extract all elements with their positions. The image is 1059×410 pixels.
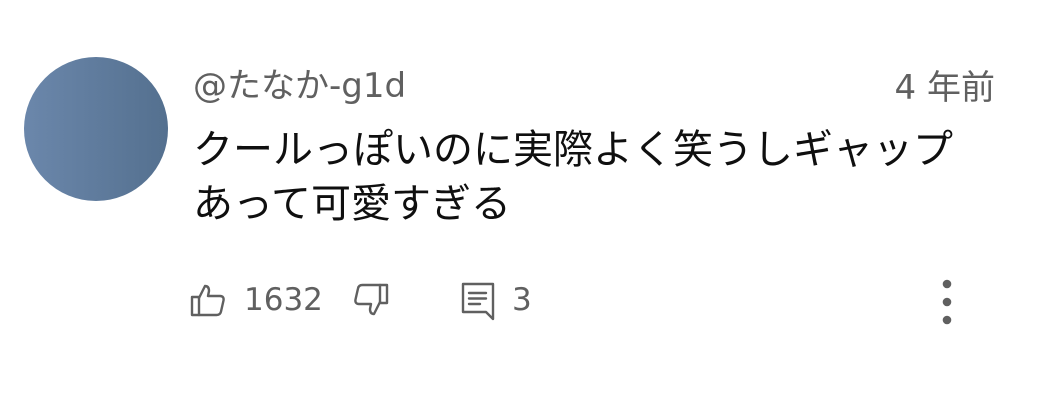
comment-text-line: クールっぽいのに実際よく笑うしギャップ	[193, 127, 953, 173]
reply-count: 3	[512, 282, 532, 318]
comment-author[interactable]: @たなか-g1d	[193, 64, 406, 108]
comment-text: クールっぽいのに実際よく笑うしギャップ あって可愛すぎる	[193, 123, 1003, 231]
more-vertical-icon[interactable]	[935, 277, 959, 327]
avatar[interactable]	[24, 57, 168, 201]
comment-icon[interactable]	[460, 281, 496, 321]
comment-text-line: あって可愛すぎる	[193, 181, 511, 227]
thumbs-down-icon[interactable]	[352, 281, 390, 319]
like-count: 1632	[244, 282, 323, 318]
comment-timestamp: 4 年前	[894, 68, 995, 108]
thumbs-up-icon[interactable]	[189, 281, 227, 319]
